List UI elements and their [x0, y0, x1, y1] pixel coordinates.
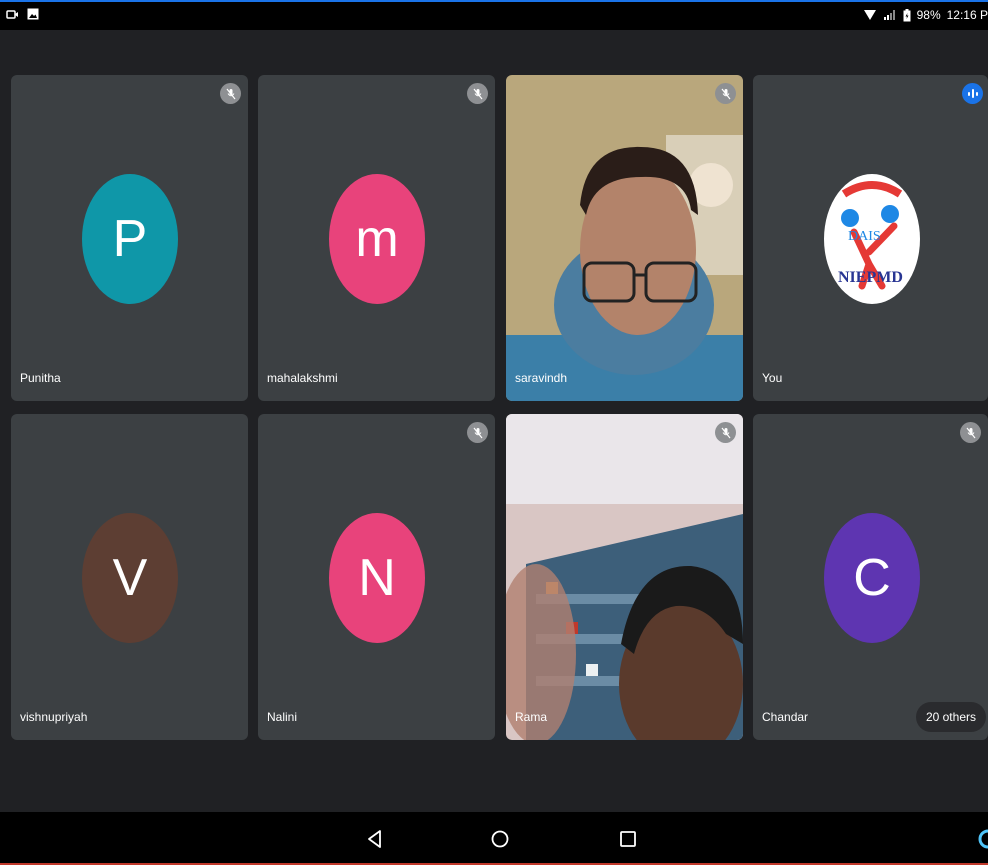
avatar: DAIS NIEPMD — [824, 174, 920, 304]
participant-name: Chandar — [762, 710, 809, 724]
signal-icon — [883, 10, 895, 20]
avatar: m — [329, 174, 425, 304]
participant-tile-vishnupriyah[interactable]: V vishnupriyah — [11, 414, 248, 740]
assistant-icon[interactable] — [972, 828, 988, 850]
participant-name: Nalini — [267, 710, 298, 724]
wifi-icon — [863, 10, 876, 20]
participant-name: mahalakshmi — [267, 371, 338, 385]
recents-icon[interactable] — [617, 828, 639, 850]
niepmd-logo: DAIS NIEPMD — [838, 181, 903, 290]
speaking-indicator-icon — [962, 83, 983, 104]
mic-off-icon — [467, 83, 488, 104]
navigation-bar — [0, 812, 988, 865]
video-feed — [506, 75, 743, 401]
status-time: 12:16 P — [946, 8, 988, 22]
participant-tile-nalini[interactable]: N Nalini — [258, 414, 495, 740]
participant-grid: P Punitha m mahalakshmi saravindh DAIS N… — [0, 30, 988, 812]
avatar: C — [824, 513, 920, 643]
others-count-button[interactable]: 20 others — [915, 702, 986, 732]
participant-tile-you[interactable]: DAIS NIEPMD You — [753, 75, 988, 401]
battery-icon — [903, 8, 911, 21]
mic-off-icon — [715, 422, 736, 443]
status-bar: 98% 12:16 P — [0, 0, 988, 30]
back-icon[interactable] — [364, 828, 386, 850]
participant-name: Rama — [515, 710, 548, 724]
mic-off-icon — [220, 83, 241, 104]
battery-percent: 98% — [916, 8, 941, 22]
mic-off-icon — [715, 83, 736, 104]
participant-tile-punitha[interactable]: P Punitha — [11, 75, 248, 401]
mic-off-icon — [960, 422, 981, 443]
participant-tile-saravindh[interactable]: saravindh — [506, 75, 743, 401]
video-camera-icon — [6, 9, 18, 19]
participant-name: vishnupriyah — [20, 710, 88, 724]
svg-text:NIEPMD: NIEPMD — [838, 269, 903, 286]
participant-tile-rama[interactable]: Rama — [506, 414, 743, 740]
avatar: P — [82, 174, 178, 304]
participant-name: You — [762, 371, 783, 385]
image-icon — [27, 8, 39, 20]
avatar: V — [82, 513, 178, 643]
svg-text:DAIS: DAIS — [848, 229, 881, 244]
participant-tile-chandar[interactable]: C Chandar 20 others — [753, 414, 988, 740]
mic-off-icon — [467, 422, 488, 443]
participant-tile-mahalakshmi[interactable]: m mahalakshmi — [258, 75, 495, 401]
video-feed — [506, 414, 743, 740]
home-icon[interactable] — [489, 828, 511, 850]
participant-name: saravindh — [515, 371, 568, 385]
participant-name: Punitha — [20, 371, 61, 385]
avatar: N — [329, 513, 425, 643]
